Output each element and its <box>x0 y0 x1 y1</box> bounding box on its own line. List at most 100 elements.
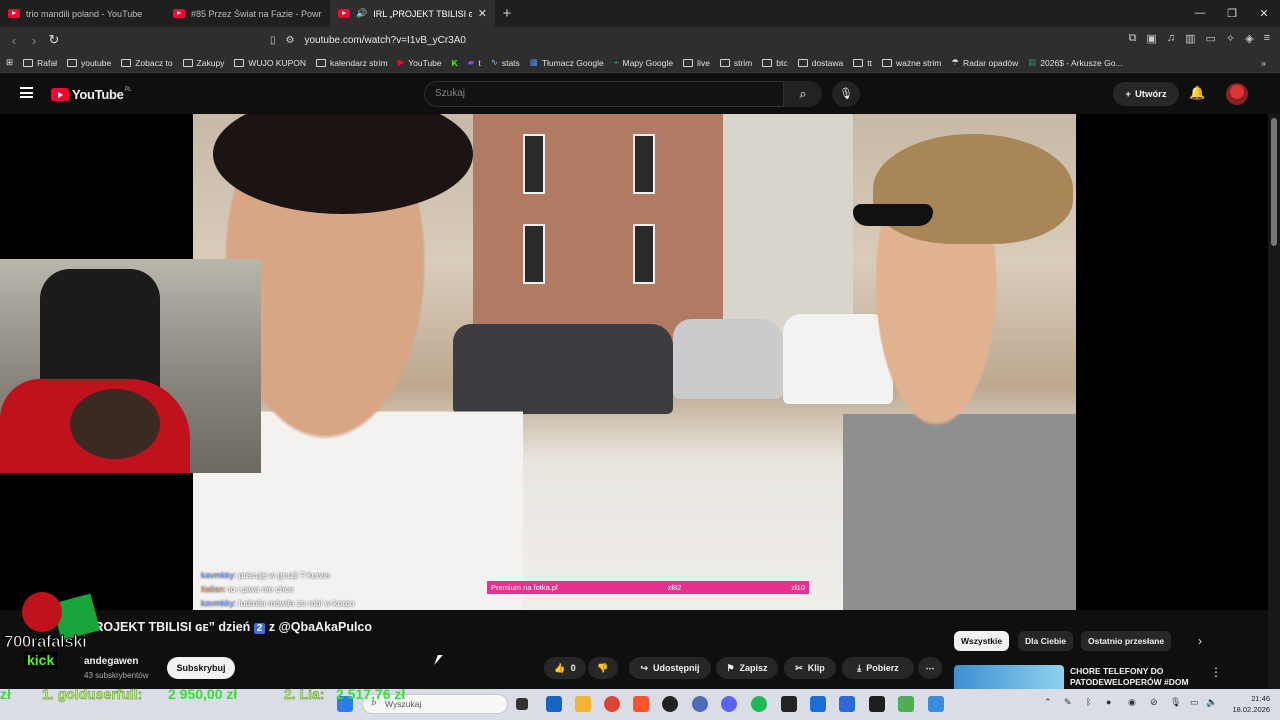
tab-title: #85 Przez Świat na Fazie - Powrót - Gr <box>191 8 322 19</box>
donation-leaderboard: zł 1. golduserfull: 2 950,00 zł 2. Lia: … <box>0 686 406 702</box>
bookmark-item[interactable]: K <box>452 58 458 68</box>
streamer-webcam <box>0 259 261 473</box>
more-actions-button[interactable]: ⋯ <box>918 657 942 679</box>
ai-icon[interactable]: ✧ <box>1226 32 1235 45</box>
close-window-button[interactable]: ✕ <box>1248 7 1280 20</box>
scrollbar-thumb[interactable] <box>1271 118 1277 246</box>
user-avatar[interactable] <box>1226 83 1248 105</box>
bookmark-item[interactable]: ☂ Radar opadów <box>951 57 1018 68</box>
reload-icon[interactable]: ↻ <box>44 32 64 48</box>
youtube-favicon-icon <box>8 9 20 18</box>
menu-icon[interactable]: ≡ <box>1264 32 1270 45</box>
bookmark-item[interactable]: WUJO KUPON <box>234 58 306 68</box>
tab-title: trio mandili poland - YouTube <box>26 8 143 19</box>
extensions-icon[interactable]: ⧉ <box>1129 32 1137 45</box>
weather-icon: ☂ <box>951 57 959 67</box>
channel-name[interactable]: andegawen <box>84 656 138 667</box>
subscribe-button[interactable]: Subskrybuj <box>167 657 235 679</box>
bookmark-item[interactable]: Zakupy <box>182 58 224 68</box>
bookmark-item[interactable]: kalendarz strim <box>316 58 388 68</box>
bookmark-item[interactable]: ważne strim <box>882 58 941 68</box>
site-info-icon[interactable]: ⚙ <box>286 35 295 46</box>
back-icon[interactable]: ‹ <box>4 33 24 48</box>
search-input[interactable]: Szukaj <box>424 81 784 107</box>
url-field[interactable]: ▯ ⚙ youtube.com/watch?v=I1vB_yCr3A0 <box>270 31 990 49</box>
music-icon[interactable]: ♫ <box>1167 32 1175 45</box>
search-button[interactable]: ⌕ <box>784 81 822 107</box>
maximize-button[interactable]: ❐ <box>1216 7 1248 20</box>
recommended-title[interactable]: CHORE TELEFONY DO PATODEWELOPERÓW #DOM <box>1070 666 1200 688</box>
kick-icon: K <box>451 57 458 68</box>
bookmark-item[interactable]: ∿ stats <box>491 57 520 68</box>
address-bar-row: ‹ › ↻ ▯ ⚙ youtube.com/watch?v=I1vB_yCr3A… <box>0 27 1280 53</box>
folder-icon <box>882 58 892 67</box>
new-tab-button[interactable]: + <box>495 5 519 22</box>
chip-all[interactable]: Wszystkie <box>954 631 1010 651</box>
mic-icon: 🎙 <box>839 88 853 100</box>
sidebar-icon[interactable]: ▥ <box>1185 32 1195 45</box>
toolbar-icons: ⧉ ▣ ♫ ▥ ▭ ✧ ◈ ≡ <box>1129 32 1270 45</box>
chevron-right-icon[interactable]: › <box>1198 634 1202 648</box>
folder-icon <box>719 58 730 67</box>
translate-icon: ▦ <box>529 57 538 67</box>
bookmark-item[interactable]: ⌖ Mapy Google <box>614 57 673 68</box>
save-button[interactable]: ⚑ Zapisz <box>716 657 778 679</box>
youtube-logo[interactable]: YouTube PL <box>51 87 132 102</box>
bookmark-icon[interactable]: ▯ <box>270 35 276 46</box>
bookmark-item[interactable]: ▰ t <box>468 57 481 68</box>
plus-icon: + <box>1125 88 1131 100</box>
bookmark-item[interactable]: dostawa <box>797 58 843 68</box>
bookmark-item[interactable]: strim <box>719 58 752 68</box>
bookmark-item[interactable]: btc <box>762 58 788 68</box>
voice-search-button[interactable]: 🎙 <box>832 81 860 107</box>
clip-button[interactable]: ✂ Klip <box>784 657 836 679</box>
bookmark-item[interactable]: Zobacz to <box>121 58 173 68</box>
video-frame[interactable] <box>193 114 1076 610</box>
notifications-bell-icon[interactable]: 🔔 <box>1189 85 1205 101</box>
bookmark-item[interactable]: ▤ 2026$ - Arkusze Go... <box>1028 57 1122 68</box>
share-icon: ↪ <box>640 662 649 673</box>
more-bookmarks-icon[interactable]: » <box>1261 58 1266 68</box>
chat-message: kavmkky: pracuję w gruzji ? kurwa <box>201 570 330 580</box>
more-vert-icon[interactable]: ⋮ <box>1210 665 1222 679</box>
youtube-icon: ▶ <box>397 57 405 67</box>
bookmark-item[interactable]: Rafał <box>23 58 57 68</box>
sheets-icon: ▤ <box>1028 57 1037 67</box>
folder-icon <box>66 58 77 67</box>
minimize-button[interactable]: — <box>1184 7 1216 20</box>
download-icon: ⤓ <box>857 662 862 673</box>
like-button[interactable]: 👍 0 <box>544 657 586 679</box>
bookmark-item[interactable]: ▶ YouTube <box>398 57 442 68</box>
page-scrollbar[interactable] <box>1268 114 1280 689</box>
scissors-icon: ✂ <box>795 662 803 673</box>
bookmark-item[interactable]: ▦ Tłumacz Google <box>530 57 604 68</box>
download-button[interactable]: ⤓ Pobierz <box>842 657 914 679</box>
chip-for-you[interactable]: Dla Ciebie <box>1018 631 1074 651</box>
menu-icon[interactable] <box>20 87 33 98</box>
bookmark-item[interactable]: tt <box>853 58 872 68</box>
create-button[interactable]: + Utwórz <box>1113 82 1179 106</box>
mascot-icon <box>22 592 62 632</box>
youtube-play-icon <box>51 88 69 101</box>
screenshot-icon[interactable]: ▣ <box>1146 32 1156 45</box>
subscriber-count: 43 subskrybentów <box>84 671 149 680</box>
close-tab-icon[interactable]: ✕ <box>478 7 487 20</box>
youtube-favicon-icon <box>173 9 185 18</box>
browser-tab-active[interactable]: 🔊 IRL „PROJEKT TBILISI ɢᴇ” dzień ✕ <box>330 0 495 27</box>
bookmark-item[interactable]: youtube <box>66 58 111 68</box>
forward-icon[interactable]: › <box>24 33 44 48</box>
apps-grid-icon[interactable]: ⊞ <box>6 57 13 68</box>
folder-icon <box>23 58 34 67</box>
chat-message: kavmkky: ludmila mówiła że robi w korpo <box>201 598 355 608</box>
thumbs-up-icon: 👍 <box>554 662 566 673</box>
youtube-favicon-icon <box>338 9 350 18</box>
dislike-button[interactable]: 👎 <box>588 657 618 679</box>
chip-recently-uploaded[interactable]: Ostatnio przesłane <box>1081 631 1172 651</box>
wallet-icon[interactable]: ▭ <box>1205 32 1215 45</box>
vpn-icon[interactable]: ◈ <box>1245 32 1253 45</box>
browser-tab[interactable]: trio mandili poland - YouTube <box>0 0 165 27</box>
window-controls: — ❐ ✕ <box>1184 7 1280 20</box>
share-button[interactable]: ↪ Udostępnij <box>629 657 711 679</box>
browser-tab[interactable]: #85 Przez Świat na Fazie - Powrót - Gr <box>165 0 330 27</box>
bookmark-item[interactable]: live <box>683 58 710 68</box>
